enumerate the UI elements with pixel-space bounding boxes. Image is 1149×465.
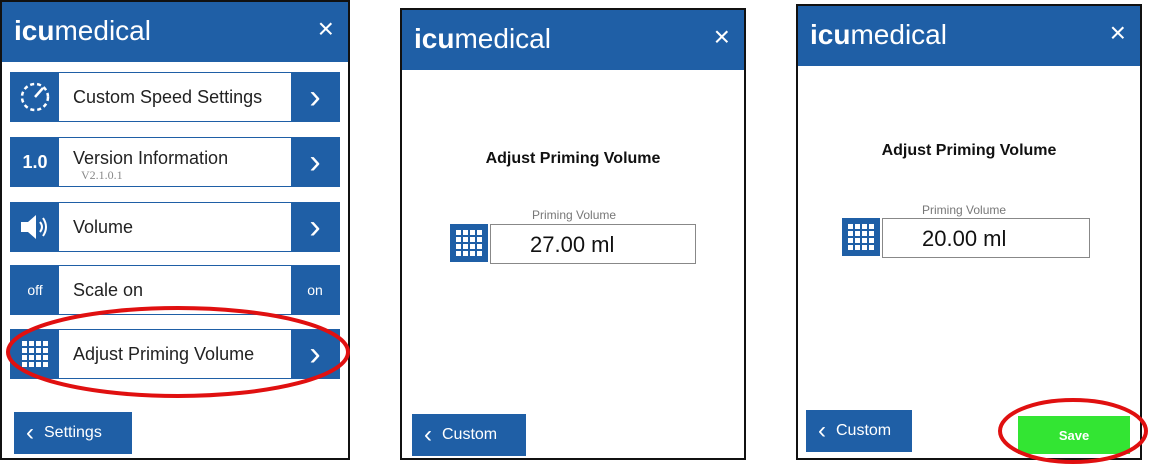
header-bar: icumedical × [798,6,1140,66]
adjust-priming-volume-row[interactable]: Adjust Priming Volume › [10,329,340,379]
volume-row[interactable]: Volume › [10,202,340,252]
row-label: Scale on [73,280,144,300]
back-label: Custom [442,426,498,443]
back-label: Custom [836,422,892,439]
keypad-icon [11,330,59,378]
chevron-left-icon: ‹ [26,419,34,446]
priming-volume-label: Priming Volume [922,203,1007,217]
scale-toggle-row[interactable]: off Scale on on [10,265,340,315]
keypad-icon[interactable] [842,218,880,256]
row-label: Adjust Priming Volume [73,344,255,364]
settings-back-button[interactable]: ‹ Settings [14,412,132,454]
scale-off-button[interactable]: off [11,266,59,314]
chevron-right-icon[interactable]: › [291,138,339,186]
icu-medical-logo: icumedical [810,19,947,50]
chevron-left-icon: ‹ [818,417,826,444]
priming-volume-value: 20.00 ml [922,226,1007,251]
back-label: Settings [44,424,102,441]
version-information-row[interactable]: 1.0 Version Information V2.1.0.1 › [10,137,340,187]
version-number: V2.1.0.1 [81,168,123,182]
icu-medical-logo: icumedical [14,15,151,46]
speaker-icon [11,203,59,251]
keypad-icon[interactable] [450,224,488,262]
priming-volume-label: Priming Volume [532,208,617,222]
chevron-right-icon[interactable]: › [291,330,339,378]
page-title: Adjust Priming Volume [485,150,661,167]
header-bar: icumedical × [402,10,744,70]
close-button[interactable]: × [714,22,730,52]
adjust-priming-volume-screen: icumedical × Adjust Priming Volume Primi… [400,8,746,460]
row-label: Custom Speed Settings [73,87,263,107]
chevron-right-icon[interactable]: › [291,203,339,251]
row-label: Volume [73,217,134,237]
settings-screen: icumedical × Custom Speed Settings › 1.0… [0,0,350,460]
chevron-right-icon[interactable]: › [291,73,339,121]
custom-back-button[interactable]: ‹ Custom [412,414,526,456]
header-bar: icumedical × [2,2,348,62]
close-button[interactable]: × [318,14,334,44]
chevron-left-icon: ‹ [424,421,432,448]
close-button[interactable]: × [1110,18,1126,48]
speedometer-icon [11,73,59,121]
custom-back-button[interactable]: ‹ Custom [806,410,912,452]
version-badge: 1.0 [11,138,59,186]
adjust-priming-volume-save-screen: icumedical × Adjust Priming Volume Primi… [796,4,1142,460]
page-title: Adjust Priming Volume [881,142,1057,159]
priming-volume-value: 27.00 ml [530,232,615,257]
icu-medical-logo: icumedical [414,23,551,54]
custom-speed-settings-row[interactable]: Custom Speed Settings › [10,72,340,122]
scale-on-button[interactable]: on [291,266,339,314]
save-button[interactable]: Save [1018,416,1130,454]
row-label: Version Information [73,148,229,168]
